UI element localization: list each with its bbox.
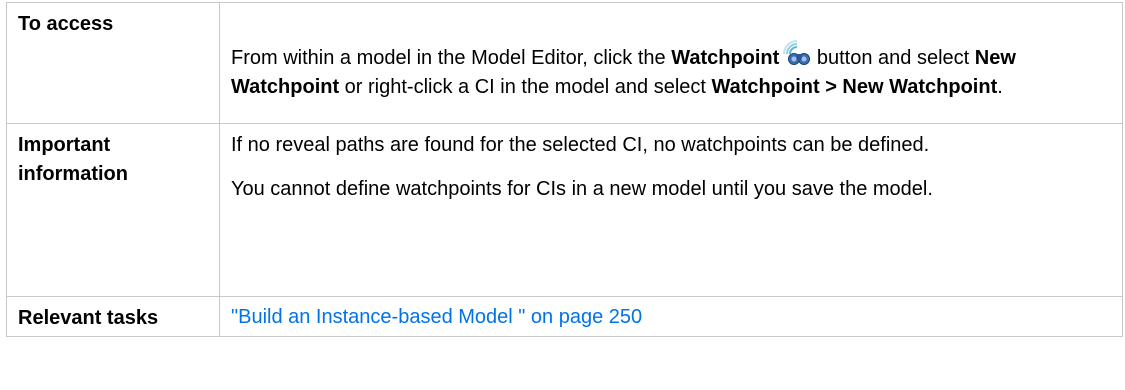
access-bold-watchpoint: Watchpoint — [671, 47, 780, 69]
access-instructions: From within a model in the Model Editor,… — [231, 40, 1108, 102]
table-row-important-information: Important information If no reveal paths… — [6, 123, 1123, 297]
table-row-to-access: To access From within a model in the Mod… — [6, 2, 1123, 124]
access-text-2: button and select — [811, 47, 975, 69]
table-row-relevant-tasks: Relevant tasks "Build an Instance-based … — [6, 296, 1123, 337]
watchpoint-binoculars-icon — [783, 40, 811, 68]
row-label-to-access: To access — [6, 2, 220, 124]
row-content-to-access: From within a model in the Model Editor,… — [219, 2, 1123, 124]
info-table: To access From within a model in the Mod… — [6, 2, 1123, 337]
row-content-important-information: If no reveal paths are found for the sel… — [219, 123, 1123, 297]
access-text-3: or right-click a CI in the model and sel… — [339, 76, 712, 98]
row-label-relevant-tasks: Relevant tasks — [6, 296, 220, 337]
build-instance-based-model-link[interactable]: "Build an Instance-based Model " on page… — [231, 303, 642, 332]
important-paragraph-2: You cannot define watchpoints for CIs in… — [231, 178, 933, 200]
row-content-relevant-tasks: "Build an Instance-based Model " on page… — [219, 296, 1123, 337]
access-bold-menu-path: Watchpoint > New Watchpoint — [711, 76, 998, 98]
access-text-1: From within a model in the Model Editor,… — [231, 47, 672, 69]
important-paragraph-1: If no reveal paths are found for the sel… — [231, 134, 930, 156]
row-label-important-information: Important information — [6, 123, 220, 297]
access-text-4: . — [997, 76, 1003, 98]
